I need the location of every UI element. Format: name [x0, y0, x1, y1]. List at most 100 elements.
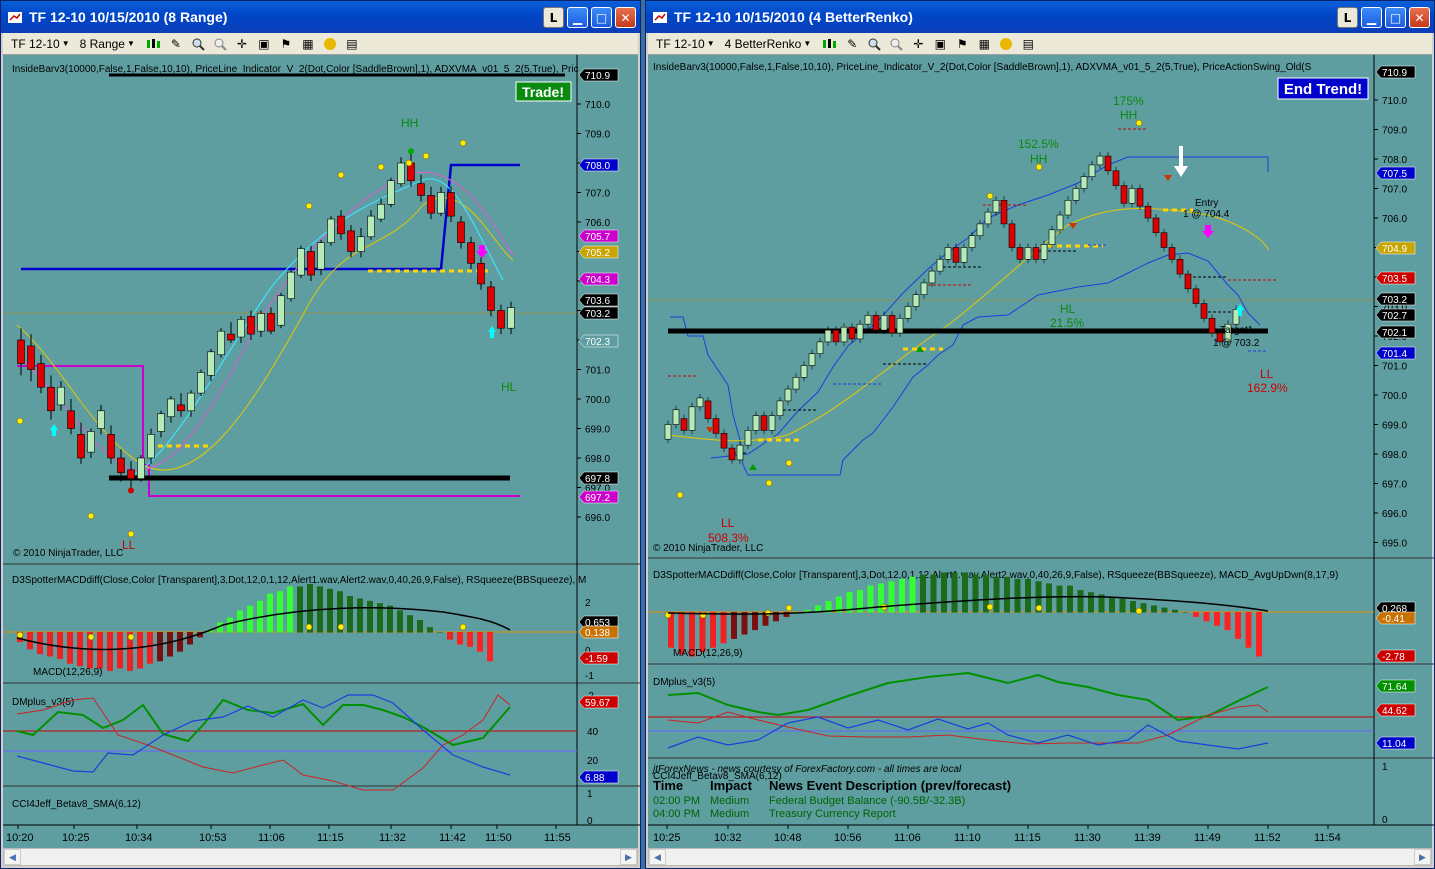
right-chart-area[interactable]: InsideBarv3(10000,False,1,False,10,10), …: [648, 55, 1434, 848]
macd-dot: [127, 633, 135, 641]
brick-body: [792, 376, 800, 390]
brick-body: [776, 400, 784, 416]
price-flag-text: 703.2: [1382, 295, 1407, 306]
macd-bar: [277, 591, 283, 633]
data-box-icon[interactable]: ▤: [1017, 35, 1039, 53]
drawing-tool-icon[interactable]: ✎: [841, 35, 863, 53]
macd-bar: [367, 600, 373, 633]
coin-icon[interactable]: [995, 35, 1017, 53]
macd-dot: [459, 623, 467, 631]
candle: [37, 354, 45, 394]
left-chart-area[interactable]: InsideBarv3(10000,False,1,False,10,10), …: [3, 55, 640, 848]
price-flag: 710.9: [578, 68, 619, 82]
macd-bar: [899, 579, 905, 613]
data-box-icon[interactable]: ▤: [341, 35, 363, 53]
chart-toolbar: TF 12-10 ▼ 8 Range ▼ ✎ ✛ ▣ ⚑ ▦ ▤: [3, 33, 638, 55]
properties-icon[interactable]: ▣: [929, 35, 951, 53]
dm-flag: 6.88: [578, 770, 619, 784]
hh1-pct-label: 175%: [1113, 94, 1144, 108]
candle: [57, 381, 65, 411]
price-flag-text: -0.41: [1382, 614, 1405, 625]
price-flag-text: 44.62: [1382, 706, 1407, 717]
renko-brick: [1160, 228, 1168, 252]
scroll-left-icon[interactable]: ◀: [649, 849, 666, 865]
ma-cyan: [132, 178, 504, 476]
horizontal-scrollbar[interactable]: ◀ ▶: [3, 848, 638, 866]
candle: [337, 210, 345, 240]
strategy-icon[interactable]: ⚑: [951, 35, 973, 53]
candle-body: [167, 398, 175, 418]
close-button[interactable]: ✕: [1409, 7, 1430, 28]
instrument-selector[interactable]: TF 12-10 ▼: [9, 37, 72, 51]
brick-body: [920, 282, 928, 295]
price-flag-text: 705.2: [585, 248, 610, 259]
close-button[interactable]: ✕: [615, 7, 636, 28]
candle: [187, 390, 195, 417]
zoom-in-icon[interactable]: [863, 35, 885, 53]
instrument-selector[interactable]: TF 12-10 ▼: [654, 37, 717, 51]
candle: [297, 245, 305, 279]
scroll-right-icon[interactable]: ▶: [1414, 849, 1431, 865]
copyright-text: © 2010 NinjaTrader, LLC: [13, 548, 123, 559]
price-flag: 703.2: [1375, 292, 1416, 306]
candle-body: [337, 215, 345, 235]
dm-axis-ticks: 40 20: [587, 727, 599, 767]
macd-bar: [1224, 612, 1231, 631]
candle: [457, 216, 465, 249]
zoom-out-icon[interactable]: [209, 35, 231, 53]
crosshair-icon[interactable]: ✛: [231, 35, 253, 53]
brick-body: [960, 247, 968, 263]
zoom-out-icon[interactable]: [885, 35, 907, 53]
maximize-button[interactable]: □: [1385, 7, 1406, 28]
minimize-button[interactable]: ▁: [567, 7, 588, 28]
drawing-tool-icon[interactable]: ✎: [165, 35, 187, 53]
scroll-right-icon[interactable]: ▶: [620, 849, 637, 865]
renko-brick: [1136, 184, 1144, 211]
price-tick-label: 700.0: [1382, 391, 1407, 402]
candle: [157, 410, 165, 438]
macd-bar: [417, 620, 423, 633]
news-row[interactable]: 02:00 PM Medium Federal Budget Balance (…: [653, 795, 965, 807]
right-title-bar[interactable]: TF 12-10 10/15/2010 (4 BetterRenko) L ▁ …: [646, 1, 1434, 33]
price-tick-label: 695.0: [1382, 539, 1407, 550]
crosshair-icon[interactable]: ✛: [907, 35, 929, 53]
macd-histogram: [16, 584, 493, 671]
macd-dot: [87, 633, 95, 641]
price-flag-text: 697.2: [585, 493, 610, 504]
price-flag-text: 704.9: [1382, 244, 1407, 255]
svg-text:Federal Budget Balance (-90.5B: Federal Budget Balance (-90.5B/-32.3B): [769, 795, 965, 807]
link-button[interactable]: L: [543, 7, 564, 28]
renko-brick: [1040, 240, 1048, 264]
maximize-button[interactable]: □: [591, 7, 612, 28]
coin-icon[interactable]: [319, 35, 341, 53]
left-title-bar[interactable]: TF 12-10 10/15/2010 (8 Range) L ▁ □ ✕: [1, 1, 640, 33]
chart-trader-icon[interactable]: ▦: [297, 35, 319, 53]
period-selector[interactable]: 4 BetterRenko ▼: [723, 37, 814, 51]
price-axis-ticks: 710.0709.0708.0707.0706.0705.0704.0703.0…: [1374, 96, 1407, 550]
candle: [287, 269, 295, 302]
brick-body: [728, 447, 736, 461]
scroll-left-icon[interactable]: ◀: [4, 849, 21, 865]
renko-brick: [744, 426, 752, 450]
price-tick-label: 696.0: [1382, 509, 1407, 520]
candle-body: [397, 162, 405, 184]
cci-tick-label: 1: [587, 789, 593, 800]
period-selector[interactable]: 8 Range ▼: [78, 37, 137, 51]
renko-brick: [752, 411, 760, 435]
macd-bar: [1235, 612, 1241, 639]
macd-bar: [167, 632, 173, 657]
news-row[interactable]: 04:00 PM Medium Treasury Currency Report: [653, 808, 896, 820]
chart-trader-icon[interactable]: ▦: [973, 35, 995, 53]
zoom-in-icon[interactable]: [187, 35, 209, 53]
candle: [277, 292, 285, 329]
right-chart-svg[interactable]: InsideBarv3(10000,False,1,False,10,10), …: [648, 55, 1434, 848]
left-chart-svg[interactable]: InsideBarv3(10000,False,1,False,10,10), …: [3, 55, 640, 848]
properties-icon[interactable]: ▣: [253, 35, 275, 53]
bar-type-icon[interactable]: [143, 35, 165, 53]
candle-body: [457, 221, 465, 243]
link-button[interactable]: L: [1337, 7, 1358, 28]
bar-type-icon[interactable]: [819, 35, 841, 53]
strategy-icon[interactable]: ⚑: [275, 35, 297, 53]
minimize-button[interactable]: ▁: [1361, 7, 1382, 28]
horizontal-scrollbar[interactable]: ◀ ▶: [648, 848, 1432, 866]
